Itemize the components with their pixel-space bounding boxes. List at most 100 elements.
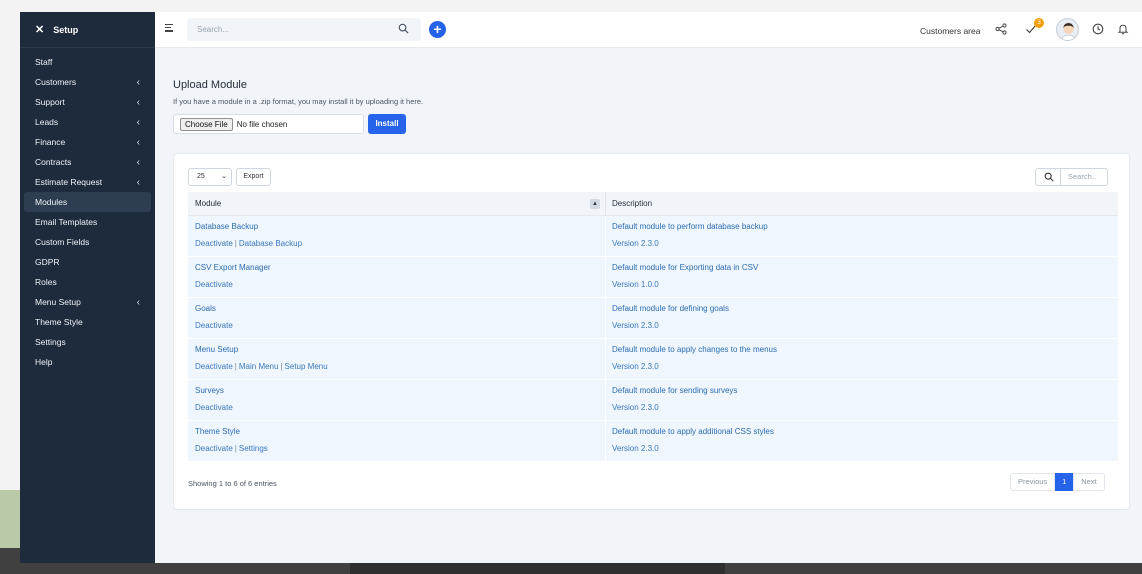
module-version: Version 2.3.0 (612, 239, 659, 248)
previous-page-button[interactable]: Previous (1010, 473, 1056, 491)
module-name-link[interactable]: CSV Export Manager (195, 263, 605, 280)
table-row: Menu Setup Deactivate | Main Menu | Setup Men… (188, 339, 1118, 380)
choose-file-button[interactable]: Choose File (180, 117, 233, 131)
global-search-input[interactable]: Search... (187, 18, 421, 41)
close-icon[interactable]: ✕ (35, 23, 44, 36)
sidebar-item-custom-fields[interactable]: Custom Fields (24, 232, 151, 252)
module-cell: Surveys Deactivate (188, 380, 606, 420)
hamburger-menu-icon[interactable] (165, 24, 173, 34)
module-cell: Goals Deactivate (188, 298, 606, 338)
sidebar-item-gdpr[interactable]: GDPR (24, 252, 151, 272)
export-button[interactable]: Export (236, 168, 271, 186)
table-header: Module ▲ Description (188, 192, 1118, 216)
sidebar-item-settings[interactable]: Settings (24, 332, 151, 352)
sidebar-item-leads[interactable]: Leads ‹ (24, 112, 151, 132)
module-description: Default module for Exporting data in CSV (612, 263, 759, 272)
sidebar-item-label: Contracts (35, 157, 72, 167)
sidebar-item-label: Settings (35, 337, 66, 347)
table-body: Database Backup Deactivate | Database Backu… (188, 216, 1118, 462)
table-search-button[interactable] (1035, 168, 1061, 186)
page-length-value: 25 (197, 173, 205, 180)
quick-create-button[interactable]: + (429, 21, 446, 38)
module-action-link[interactable]: Deactivate (195, 321, 233, 330)
sidebar-item-label: Finance (35, 137, 66, 147)
search-placeholder: Search... (197, 25, 230, 34)
chevron-left-icon: ‹ (136, 156, 140, 168)
sidebar-item-label: Leads (35, 117, 59, 127)
clock-icon[interactable] (1092, 23, 1104, 35)
table-row: Surveys Deactivate Default module for send… (188, 380, 1118, 421)
description-cell: Default module for defining goals Version… (606, 298, 1118, 338)
table-row: Theme Style Deactivate | Settings Default mo… (188, 421, 1118, 462)
module-action-link[interactable]: Deactivate (195, 362, 233, 371)
table-search-input[interactable]: Search.. (1060, 168, 1108, 186)
module-file-input[interactable]: Choose File No file chosen (173, 114, 364, 134)
sidebar-item-estimate-request[interactable]: Estimate Request ‹ (24, 172, 151, 192)
page-length-select[interactable]: 25 ⌄ (188, 168, 232, 186)
setup-sidebar: ✕ Setup Staff Customers ‹ Support ‹ Leads ‹ Fin… (20, 12, 155, 563)
sidebar-item-customers[interactable]: Customers ‹ (24, 72, 151, 92)
column-header-module[interactable]: Module ▲ (188, 192, 606, 215)
module-description: Default module to apply additional CSS s… (612, 427, 774, 436)
user-avatar[interactable] (1056, 18, 1079, 41)
sidebar-item-label: Modules (35, 197, 68, 207)
sidebar-item-email-templates[interactable]: Email Templates (24, 212, 151, 232)
module-name-link[interactable]: Theme Style (195, 427, 605, 444)
module-version: Version 2.3.0 (612, 362, 659, 371)
module-actions: Deactivate (195, 280, 605, 289)
install-button[interactable]: Install (368, 114, 406, 134)
sidebar-item-label: Support (35, 97, 65, 107)
next-page-button[interactable]: Next (1073, 473, 1105, 491)
chevron-left-icon: ‹ (136, 76, 140, 88)
module-action-link[interactable]: Deactivate (195, 239, 233, 248)
chevron-left-icon: ‹ (136, 296, 140, 308)
sidebar-item-finance[interactable]: Finance ‹ (24, 132, 151, 152)
sidebar-item-modules[interactable]: Modules (24, 192, 151, 212)
description-cell: Default module to apply additional CSS s… (606, 421, 1118, 461)
chevron-left-icon: ‹ (136, 116, 140, 128)
sidebar-item-roles[interactable]: Roles (24, 272, 151, 292)
module-action-link[interactable]: Main Menu (239, 362, 279, 371)
chevron-left-icon: ‹ (136, 136, 140, 148)
module-action-link[interactable]: Settings (239, 444, 268, 453)
module-action-link[interactable]: Database Backup (239, 239, 302, 248)
module-actions: Deactivate | Settings (195, 444, 605, 453)
table-row: Database Backup Deactivate | Database Backu… (188, 216, 1118, 257)
module-action-link[interactable]: Setup Menu (285, 362, 328, 371)
module-version: Version 2.3.0 (612, 321, 659, 330)
share-icon[interactable] (995, 23, 1007, 35)
chevron-left-icon: ‹ (136, 96, 140, 108)
notifications-bell-icon[interactable] (1117, 23, 1129, 35)
sidebar-title: Setup (53, 24, 79, 35)
pagination: Previous 1 Next (1010, 473, 1105, 491)
column-header-description[interactable]: Description (606, 192, 1118, 215)
sidebar-item-label: Help (35, 357, 53, 367)
sort-icon[interactable]: ▲ (590, 199, 600, 209)
search-icon[interactable] (398, 23, 409, 34)
module-action-link[interactable]: Deactivate (195, 280, 233, 289)
page-1-button[interactable]: 1 (1055, 473, 1074, 491)
sidebar-item-menu-setup[interactable]: Menu Setup ‹ (24, 292, 151, 312)
module-action-link[interactable]: Deactivate (195, 444, 233, 453)
main-content: Search... + Customers area 3 Upload Modu… (155, 12, 1142, 563)
module-name-link[interactable]: Menu Setup (195, 345, 605, 362)
sidebar-item-help[interactable]: Help (24, 352, 151, 372)
top-bar: Search... + Customers area 3 (155, 12, 1142, 48)
module-name-link[interactable]: Database Backup (195, 222, 605, 239)
no-file-chosen-text: No file chosen (236, 119, 288, 129)
module-action-link[interactable]: Deactivate (195, 403, 233, 412)
module-name-link[interactable]: Surveys (195, 386, 605, 403)
module-version: Version 1.0.0 (612, 280, 659, 289)
module-cell: CSV Export Manager Deactivate (188, 257, 606, 297)
sidebar-item-theme-style[interactable]: Theme Style (24, 312, 151, 332)
sidebar-item-staff[interactable]: Staff (24, 52, 151, 72)
module-cell: Database Backup Deactivate | Database Backu… (188, 216, 606, 256)
sidebar-item-contracts[interactable]: Contracts ‹ (24, 152, 151, 172)
modules-table-panel: 25 ⌄ Export Search.. Module ▲ Descriptio… (173, 153, 1130, 510)
module-name-link[interactable]: Goals (195, 304, 605, 321)
module-cell: Theme Style Deactivate | Settings (188, 421, 606, 461)
sidebar-item-label: Estimate Request (35, 177, 103, 187)
table-row: CSV Export Manager Deactivate Default modu… (188, 257, 1118, 298)
sidebar-item-support[interactable]: Support ‹ (24, 92, 151, 112)
customers-area-link[interactable]: Customers area (920, 26, 980, 36)
